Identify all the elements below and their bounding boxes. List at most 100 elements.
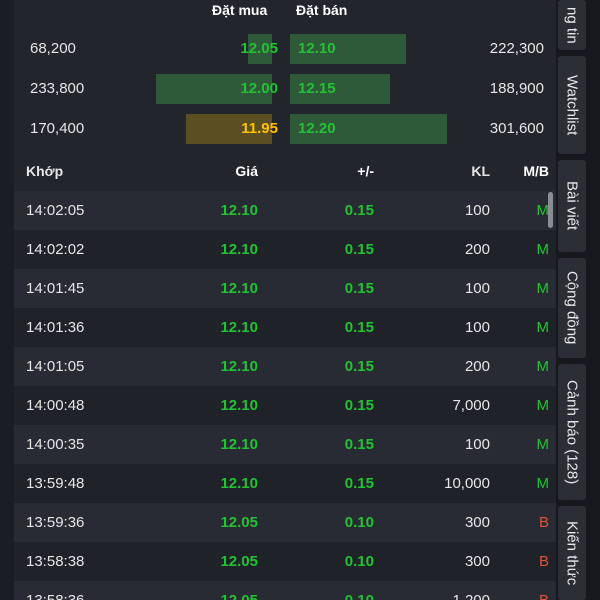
trade-volume: 100 [464,280,490,297]
trade-volume: 100 [464,319,490,336]
trade-row[interactable]: 13:58:36 12.05 0.10 1,200 B [14,581,556,600]
trades-header: Khớp Giá +/- KL M/B [14,152,556,190]
trade-price: 12.05 [220,553,258,570]
side-tab-alerts[interactable]: Cảnh báo (128) [558,364,586,500]
trade-change: 0.15 [344,397,374,414]
trade-volume: 7,000 [452,397,490,414]
price-column-header: Giá [235,163,258,179]
side-tab-label: Cảnh báo (128) [563,379,581,485]
trade-change: 0.10 [345,592,374,600]
trade-side: M [536,475,550,492]
trade-price: 12.10 [220,319,258,336]
trade-volume: 300 [464,553,490,570]
change-column-header: +/- [357,163,374,179]
trade-volume: 100 [464,436,490,453]
ask-price[interactable]: 12.20 [298,120,336,137]
trade-change: 0.15 [344,241,374,258]
trade-change: 0.15 [344,475,374,492]
trade-time: 14:02:05 [26,202,85,219]
trade-time: 14:00:48 [26,397,85,414]
trade-time: 13:59:48 [26,475,85,492]
trade-change: 0.15 [344,280,374,297]
trade-side: M [536,397,550,414]
trade-time: 14:02:02 [26,241,85,258]
trade-change: 0.10 [344,514,374,531]
order-book-header: Đặt mua Đặt bán [14,0,556,30]
bid-price[interactable]: 12.05 [240,40,278,57]
trade-time: 13:58:38 [26,553,85,570]
trade-time: 13:59:36 [26,514,85,531]
trade-change: 0.15 [344,202,374,219]
side-tab-community[interactable]: Cộng đồng [558,258,586,358]
volume-column-header: KL [471,163,490,179]
panel-edge [0,0,14,600]
side-tab-label: Cộng đồng [563,271,581,345]
side-tab-knowledge[interactable]: Kiến thức [558,506,586,600]
bid-price[interactable]: 11.95 [241,120,278,137]
ask-quantity[interactable]: 188,900 [490,80,544,97]
side-tab-info[interactable]: ng tin [558,0,586,50]
side-tab-watchlist[interactable]: Watchlist [558,56,586,154]
order-book-row: 170,400 11.95 12.20 301,600 [14,110,556,148]
trade-side: B [539,592,549,600]
trade-row[interactable]: 14:01:45 12.10 0.15 100 M [14,269,556,308]
trade-side: M [536,436,550,453]
ask-price[interactable]: 12.15 [298,80,336,97]
trade-row[interactable]: 14:00:35 12.10 0.15 100 M [14,425,556,464]
order-book-row: 233,800 12.00 12.15 188,900 [14,70,556,108]
trade-price: 12.10 [220,436,258,453]
bid-quantity[interactable]: 68,200 [30,40,76,57]
trade-time: 14:01:45 [26,280,85,297]
ask-quantity[interactable]: 301,600 [490,120,544,137]
trade-price: 12.10 [220,241,258,258]
trade-volume: 200 [464,358,490,375]
trade-volume: 100 [464,202,490,219]
trade-time: 14:01:36 [26,319,85,336]
trade-side: M [536,319,550,336]
order-book-row: 68,200 12.05 12.10 222,300 [14,30,556,68]
bid-quantity[interactable]: 233,800 [30,80,84,97]
trade-change: 0.15 [344,436,374,453]
side-tab-label: Kiến thức [563,520,581,586]
trade-price: 12.10 [220,475,258,492]
trade-time: 14:00:35 [26,436,85,453]
trade-change: 0.10 [344,553,374,570]
ask-quantity[interactable]: 222,300 [490,40,544,57]
trade-volume: 200 [464,241,490,258]
trade-price: 12.10 [220,397,258,414]
trade-price: 12.10 [220,202,258,219]
trade-change: 0.15 [344,358,374,375]
side-tab-articles[interactable]: Bài viết [558,160,586,252]
trade-row[interactable]: 14:02:02 12.10 0.15 200 M [14,230,556,269]
trade-price: 12.10 [220,280,258,297]
bid-quantity[interactable]: 170,400 [30,120,84,137]
sell-column-label: Đặt bán [296,2,348,18]
trade-volume: 10,000 [444,475,490,492]
trade-row[interactable]: 14:01:05 12.10 0.15 200 M [14,347,556,386]
trade-row[interactable]: 14:02:05 12.10 0.15 100 M [14,191,556,230]
market-panel: Đặt mua Đặt bán 68,200 12.05 12.10 222,300 2… [0,0,556,600]
trade-volume: 300 [464,514,490,531]
ask-price[interactable]: 12.10 [298,40,336,57]
trade-price: 12.05 [220,592,258,600]
trade-row[interactable]: 14:01:36 12.10 0.15 100 M [14,308,556,347]
trade-row[interactable]: 13:59:36 12.05 0.10 300 B [14,503,556,542]
trade-row[interactable]: 13:58:38 12.05 0.10 300 B [14,542,556,581]
trade-row[interactable]: 13:59:48 12.10 0.15 10,000 M [14,464,556,503]
trade-side: B [538,514,549,531]
trade-price: 12.05 [220,514,258,531]
trade-time: 13:58:36 [26,592,84,600]
side-tab-label: ng tin [563,6,581,44]
trade-side: M [536,280,550,297]
side-tab-label: Watchlist [563,74,581,136]
trade-side: M [536,241,550,258]
side-tab-label: Bài viết [563,181,581,231]
trades-scrollbar[interactable] [548,192,553,228]
buy-column-label: Đặt mua [212,2,268,18]
trade-price: 12.10 [220,358,258,375]
bid-price[interactable]: 12.00 [240,80,278,97]
trade-side: B [538,553,549,570]
time-column-header: Khớp [26,163,64,179]
trade-volume: 1,200 [452,592,490,600]
trade-row[interactable]: 14:00:48 12.10 0.15 7,000 M [14,386,556,425]
